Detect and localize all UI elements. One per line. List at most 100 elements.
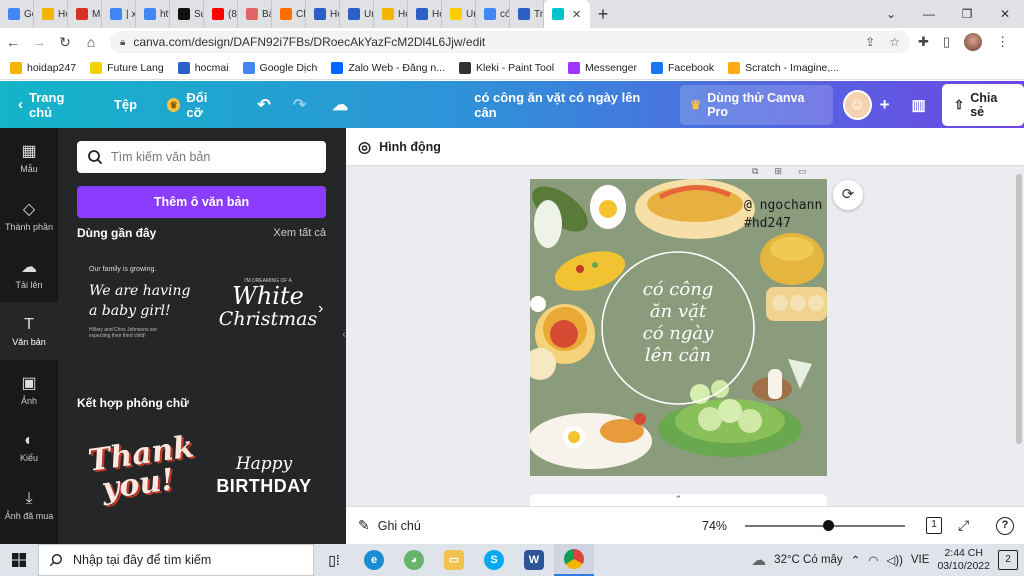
network-icon[interactable]: ◠ — [868, 553, 878, 567]
bookmark-item[interactable]: Future Lang — [90, 61, 164, 74]
page-count-badge[interactable]: 1 — [926, 517, 942, 534]
home-icon[interactable]: ⌂ — [78, 34, 104, 50]
clock[interactable]: 2:44 CH 03/10/2022 — [937, 547, 990, 573]
project-title[interactable]: có công ăn vặt có ngày lên cân — [474, 90, 658, 120]
bookmark-item[interactable]: Messenger — [568, 61, 637, 74]
chevron-down-icon[interactable]: ⌄ — [872, 0, 910, 28]
chevron-right-icon[interactable]: › — [318, 300, 323, 318]
bookmark-item[interactable]: Kleki - Paint Tool — [459, 61, 554, 74]
browser-tab[interactable]: Un — [442, 0, 476, 28]
close-icon[interactable]: ✕ — [986, 0, 1024, 28]
browser-tab[interactable]: Un — [340, 0, 374, 28]
browser-tab[interactable]: Bài — [238, 0, 272, 28]
sidepanel-icon[interactable]: ▯ — [943, 34, 950, 50]
rail-item-text[interactable]: T Văn bản — [0, 302, 58, 360]
bookmark-star-icon[interactable]: ☆ — [889, 35, 900, 49]
word-icon[interactable]: W — [514, 544, 554, 576]
undo-icon[interactable]: ↶ — [257, 95, 270, 115]
browser-tab[interactable]: Họ — [408, 0, 442, 28]
volume-icon[interactable]: ◁)) — [886, 553, 903, 567]
windows-start-icon[interactable] — [0, 544, 38, 576]
vertical-scrollbar[interactable] — [1016, 174, 1022, 444]
template-thank-you[interactable]: Thank you! — [86, 429, 196, 520]
browser-tab[interactable]: Hỏi — [374, 0, 408, 28]
browser-tab[interactable]: Suc — [170, 0, 204, 28]
template-happy-birthday[interactable]: Happy BIRTHDAY — [214, 454, 314, 514]
bookmark-item[interactable]: Google Dịch — [242, 61, 317, 74]
task-view-icon[interactable]: ▯⁞ — [314, 544, 354, 576]
url-field[interactable]: 🔒︎ canva.com/design/DAFN92i7FBs/DRoecAkY… — [110, 31, 910, 53]
edge-icon[interactable]: e — [354, 544, 394, 576]
show-pages-chevron-up-icon[interactable]: ⌃ — [530, 494, 827, 506]
share-button[interactable]: ⇧ Chia sẻ — [941, 83, 1024, 126]
taskbar-search-input[interactable]: Nhập tại đây để tìm kiếm — [38, 544, 314, 576]
browser-tab[interactable]: ✕ — [544, 0, 590, 28]
paint-icon[interactable]: ◕ — [394, 544, 434, 576]
bookmark-item[interactable]: Zalo Web - Đăng n... — [331, 61, 445, 74]
fullscreen-icon[interactable]: ⤢ — [958, 517, 969, 534]
user-avatar[interactable]: ☺ — [842, 89, 872, 120]
design-canvas[interactable]: @ ngochann #hd247 có công ăn vặt có ngày… — [530, 179, 827, 476]
notes-icon[interactable]: ✎ — [358, 517, 370, 534]
close-tab-icon[interactable]: ✕ — [572, 8, 581, 21]
browser-tab[interactable]: Họ — [306, 0, 340, 28]
extensions-icon[interactable]: ✚ — [918, 34, 929, 50]
bookmark-item[interactable]: hoidap247 — [10, 61, 76, 74]
rail-item-download[interactable]: ⤓ Ảnh đã mua — [0, 476, 58, 534]
browser-tab[interactable]: Tra — [510, 0, 544, 28]
page-copy-icon[interactable]: ⧉ — [752, 166, 758, 177]
back-icon[interactable]: ← — [0, 34, 26, 50]
bookmark-item[interactable]: hocmai — [177, 61, 229, 74]
zoom-value[interactable]: 74% — [702, 519, 727, 533]
weather-text[interactable]: 32°C Có mây — [774, 554, 843, 566]
help-icon[interactable]: ? — [996, 516, 1014, 535]
restore-icon[interactable]: ❐ — [948, 0, 986, 28]
file-explorer-icon[interactable]: ▭ — [434, 544, 474, 576]
language-indicator[interactable]: VIE — [911, 554, 930, 566]
rail-item-elements[interactable]: ◇ Thành phần — [0, 186, 58, 244]
browser-tab[interactable]: | x — [102, 0, 136, 28]
share-page-icon[interactable]: ⇪ — [865, 35, 875, 49]
animate-icon[interactable]: ◎ — [358, 138, 371, 156]
zoom-slider-knob[interactable] — [823, 520, 835, 531]
browser-tab[interactable]: Hỏi — [34, 0, 68, 28]
menu-icon[interactable]: ⋮ — [996, 34, 1009, 50]
browser-tab[interactable]: Go — [0, 0, 34, 28]
add-collaborator-icon[interactable]: + — [880, 95, 890, 115]
text-search-input[interactable]: Tìm kiếm văn bản — [77, 141, 326, 173]
template-baby-girl[interactable]: Our family is growing. We are having a b… — [89, 266, 199, 356]
add-text-button[interactable]: Thêm ô văn bản — [77, 186, 326, 218]
file-menu[interactable]: Tệp — [114, 97, 137, 112]
new-tab-button[interactable]: + — [590, 4, 616, 25]
page-add-icon[interactable]: ⊞ — [774, 166, 782, 177]
bookmark-item[interactable]: Scratch - Imagine,... — [728, 61, 839, 74]
try-pro-button[interactable]: ♛ Dùng thử Canva Pro — [680, 84, 833, 125]
browser-tab[interactable]: http — [136, 0, 170, 28]
page-delete-icon[interactable]: ▭ — [798, 166, 807, 177]
home-button[interactable]: ‹ Trang chủ — [18, 90, 88, 120]
forward-icon[interactable]: → — [26, 34, 52, 50]
animate-button[interactable]: Hình động — [379, 140, 441, 154]
chrome-icon[interactable] — [554, 544, 594, 576]
browser-tab[interactable]: (8) — [204, 0, 238, 28]
skype-icon[interactable]: S — [474, 544, 514, 576]
rail-item-palette[interactable]: ◐ Kiểu — [0, 418, 58, 476]
insights-icon[interactable]: ▥ — [912, 96, 926, 114]
template-white-christmas[interactable]: I'M DREAMING OF A White Christmas — [218, 278, 318, 348]
rail-item-layout[interactable]: ▦ Mẫu — [0, 128, 58, 186]
notification-center-icon[interactable]: 2 — [998, 550, 1018, 570]
rail-item-upload[interactable]: ☁ Tải lên — [0, 244, 58, 302]
reload-icon[interactable]: ↻ — [52, 34, 78, 51]
see-all-link[interactable]: Xem tất cả — [273, 227, 326, 239]
tray-chevron-up-icon[interactable]: ⌃ — [851, 553, 861, 567]
bookmark-item[interactable]: Facebook — [650, 61, 714, 74]
browser-tab[interactable]: Ma — [68, 0, 102, 28]
browser-tab[interactable]: có — [476, 0, 510, 28]
rail-item-photo[interactable]: ▣ Ảnh — [0, 360, 58, 418]
notes-button[interactable]: Ghi chú — [378, 519, 421, 533]
redo-icon[interactable]: ↷ — [293, 95, 306, 115]
minimize-icon[interactable]: — — [910, 0, 948, 28]
browser-tab[interactable]: Ch — [272, 0, 306, 28]
refresh-design-icon[interactable]: ⟳ — [833, 180, 863, 210]
profile-avatar[interactable] — [964, 33, 983, 51]
